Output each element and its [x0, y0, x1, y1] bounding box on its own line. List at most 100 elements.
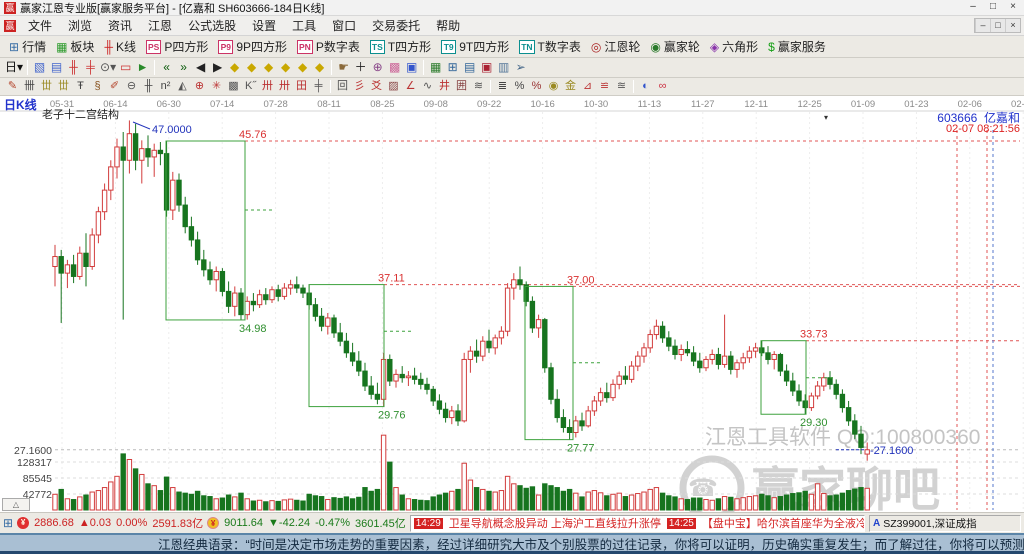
- t9-square-button[interactable]: T9 9T四方形: [436, 37, 514, 57]
- select-box-icon[interactable]: ▭: [117, 59, 134, 76]
- trend-channel-icon[interactable]: ≌: [596, 79, 613, 94]
- chip-dropdown[interactable]: ⊙▾: [99, 59, 117, 76]
- gann-diamond-1-icon[interactable]: ◆: [226, 59, 243, 76]
- period-label[interactable]: 日K线: [4, 96, 37, 113]
- menu-item[interactable]: 交易委托: [364, 15, 428, 36]
- regression-icon[interactable]: ≊: [613, 79, 630, 94]
- close-button[interactable]: ×: [1004, 1, 1022, 14]
- current-index-panel[interactable]: A SZ399001,深证成指: [869, 514, 1021, 532]
- mdi-close-button[interactable]: ×: [1005, 19, 1020, 32]
- gann-circle-icon[interactable]: ⊕: [191, 79, 208, 94]
- ruler-icon[interactable]: ╫: [140, 79, 157, 94]
- period-day-dropdown[interactable]: 日▾: [4, 59, 24, 76]
- hexagon-button[interactable]: ◈ 六角形: [705, 37, 763, 57]
- panel-icon[interactable]: ▣: [403, 59, 420, 76]
- menu-item[interactable]: 江恩: [140, 15, 180, 36]
- mdi-restore-button[interactable]: □: [990, 19, 1005, 32]
- well-grid-icon[interactable]: 井: [436, 79, 453, 94]
- time-cycle2-icon[interactable]: 卅: [276, 79, 293, 94]
- multi-line-icon[interactable]: ≋: [470, 79, 487, 94]
- goto-start-icon[interactable]: «: [158, 59, 175, 76]
- t-square-button[interactable]: TS T四方形: [365, 37, 436, 57]
- net-grid-icon[interactable]: ▩: [386, 59, 403, 76]
- menu-item[interactable]: 资讯: [100, 15, 140, 36]
- sh-index-summary[interactable]: ¥ 2886.68 ▲0.03 0.00% 2591.83亿: [17, 515, 203, 531]
- rect-tool-icon[interactable]: 回: [334, 79, 351, 94]
- fan-lines-icon[interactable]: 彡: [351, 79, 368, 94]
- infinity-icon[interactable]: ∞: [654, 79, 671, 94]
- export-icon[interactable]: ➢: [512, 59, 529, 76]
- kline-button[interactable]: ╫ K线: [99, 37, 141, 57]
- grid-lines-icon[interactable]: 卌: [21, 79, 38, 94]
- gann-diamond-5-icon[interactable]: ◆: [294, 59, 311, 76]
- menu-item[interactable]: 文件: [20, 15, 60, 36]
- menu-item[interactable]: 浏览: [60, 15, 100, 36]
- save-icon[interactable]: ▣: [478, 59, 495, 76]
- menu-item[interactable]: 工具: [284, 15, 324, 36]
- wave-icon[interactable]: ∿: [419, 79, 436, 94]
- intraday-chart-icon[interactable]: ▧: [31, 59, 48, 76]
- angle-measure-icon[interactable]: ⊿: [579, 79, 596, 94]
- step-forward-icon[interactable]: ▶: [209, 59, 226, 76]
- t-table-button[interactable]: TN T数字表: [514, 37, 586, 57]
- app-menu-icon[interactable]: 赢: [4, 19, 16, 32]
- arc-icon[interactable]: ⊖: [123, 79, 140, 94]
- quotes-button[interactable]: ⊞ 行情: [4, 37, 51, 57]
- chart-dropdown-icon[interactable]: ▾: [824, 113, 828, 122]
- spiral-icon[interactable]: §: [89, 79, 106, 94]
- menu-item[interactable]: 设置: [244, 15, 284, 36]
- window-grid-icon[interactable]: 囲: [453, 79, 470, 94]
- minimize-button[interactable]: –: [964, 1, 982, 14]
- shade-box-icon[interactable]: ▨: [385, 79, 402, 94]
- yinyang-icon[interactable]: ◐: [637, 79, 654, 94]
- angle-line-icon[interactable]: ∠: [402, 79, 419, 94]
- crosshair-icon[interactable]: ＋: [352, 59, 369, 76]
- news-item[interactable]: 卫星导航概念股异动 上海沪工直线拉升涨停: [449, 516, 661, 531]
- hand-tool-icon[interactable]: ☛: [335, 59, 352, 76]
- p-square-button[interactable]: PS P四方形: [141, 37, 213, 57]
- winner-service-button[interactable]: $ 赢家服务: [763, 37, 831, 57]
- flag-icon[interactable]: ►: [134, 59, 151, 76]
- quote-grid-icon[interactable]: ⊞: [3, 516, 13, 530]
- sz-index-summary[interactable]: ¥ 9011.64 ▼-42.24 -0.47% 3601.45亿: [207, 515, 406, 531]
- news-item[interactable]: 【盘中宝】哈尔滨首座华为全液冷超充站上线，零下3(: [702, 516, 864, 531]
- notes-icon[interactable]: ▤: [461, 59, 478, 76]
- goto-end-icon[interactable]: »: [175, 59, 192, 76]
- mdi-minimize-button[interactable]: –: [975, 19, 990, 32]
- n2-icon[interactable]: n²: [157, 79, 174, 94]
- time-cycle-icon[interactable]: 卅: [259, 79, 276, 94]
- gann-wheel-button[interactable]: ◎ 江恩轮: [586, 37, 646, 57]
- chart-canvas[interactable]: 05-31 06-14 06-30 07-14 07-28 08-11 08-25 09-08…: [0, 96, 1024, 512]
- report-icon[interactable]: ▤: [48, 59, 65, 76]
- maximize-button[interactable]: □: [984, 1, 1002, 14]
- grid-box-icon[interactable]: 田: [293, 79, 310, 94]
- pencil-icon[interactable]: ✎: [4, 79, 21, 94]
- gann-diamond-2-icon[interactable]: ◆: [243, 59, 260, 76]
- gann-fan-icon[interactable]: 爻: [368, 79, 385, 94]
- rays-star-icon[interactable]: ✳: [208, 79, 225, 94]
- menu-item[interactable]: 窗口: [324, 15, 364, 36]
- calendar-icon[interactable]: ▦: [427, 59, 444, 76]
- gann-diamond-6-icon[interactable]: ◆: [311, 59, 328, 76]
- fib-levels-icon[interactable]: Ŧ: [72, 79, 89, 94]
- percent-icon[interactable]: %: [511, 79, 528, 94]
- kline-red2-icon[interactable]: ╪: [82, 59, 99, 76]
- gann-box-gold-icon[interactable]: 丗: [38, 79, 55, 94]
- gann-box-gold2-icon[interactable]: 丗: [55, 79, 72, 94]
- p-table-button[interactable]: PN P数字表: [292, 37, 365, 57]
- sectors-button[interactable]: ▦ 板块: [51, 37, 99, 57]
- volume-expand-button[interactable]: △: [2, 498, 30, 511]
- winner-wheel-button[interactable]: ◉ 赢家轮: [645, 37, 705, 57]
- menu-item[interactable]: 公式选股: [180, 15, 244, 36]
- gann-diamond-3-icon[interactable]: ◆: [260, 59, 277, 76]
- percent-line-icon[interactable]: %: [528, 79, 545, 94]
- matrix-icon[interactable]: ▩: [225, 79, 242, 94]
- menu-item[interactable]: 帮助: [428, 15, 468, 36]
- zoom-tool-icon[interactable]: ⊕: [369, 59, 386, 76]
- step-back-icon[interactable]: ◀: [192, 59, 209, 76]
- golden-section-icon[interactable]: 金: [562, 79, 579, 94]
- calculator-icon[interactable]: ⊞: [444, 59, 461, 76]
- kn-tool-icon[interactable]: K˝: [242, 79, 259, 94]
- golden-ratio-icon[interactable]: ◉: [545, 79, 562, 94]
- measure-icon[interactable]: ≣: [494, 79, 511, 94]
